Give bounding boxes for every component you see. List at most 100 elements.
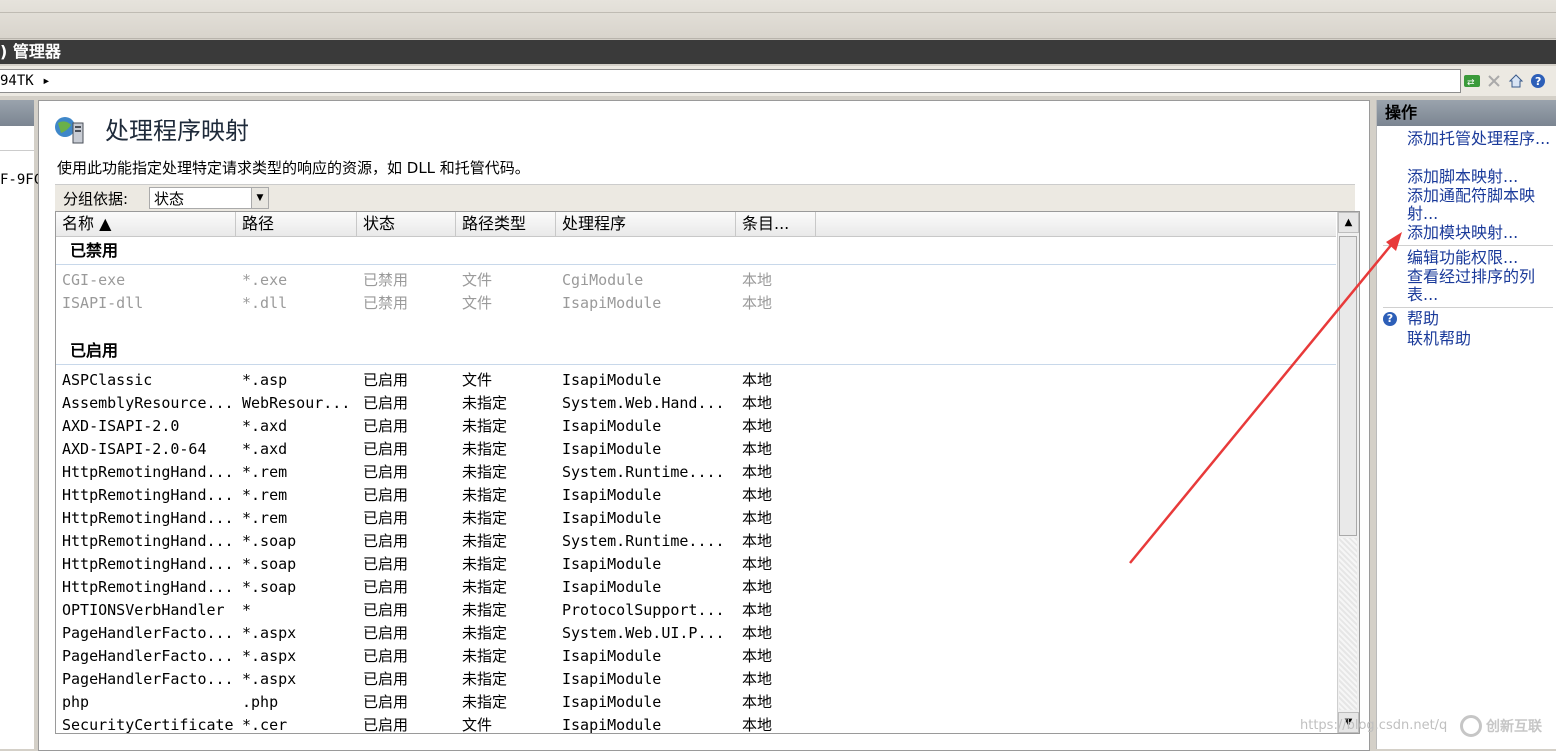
table-row[interactable]: HttpRemotingHand... *.soap 已启用 未指定 IsapiModu… <box>56 576 1336 599</box>
table-cell: 已启用 <box>363 716 409 734</box>
table-cell: 已启用 <box>363 463 409 481</box>
table-row[interactable]: AXD-ISAPI-2.0 *.axd 已启用 未指定 IsapiModule 本地 <box>56 415 1336 438</box>
table-cell: 文件 <box>462 271 493 289</box>
tree-node-server[interactable]: F-9FC <box>0 172 42 188</box>
table-cell: IsapiModule <box>562 417 662 435</box>
table-cell: 未指定 <box>462 670 508 688</box>
table-cell: IsapiModule <box>562 693 662 711</box>
column-header-state[interactable]: 状态 <box>357 212 456 236</box>
column-header-path[interactable]: 路径 <box>236 212 357 236</box>
address-toolbar: ⇄ ? <box>1464 70 1546 92</box>
help-toolbar-icon[interactable]: ? <box>1530 73 1546 89</box>
table-cell: 未指定 <box>462 693 508 711</box>
table-cell: 已启用 <box>363 371 409 389</box>
window-title: ) 管理器 <box>0 40 1556 64</box>
connections-header <box>0 100 34 126</box>
table-cell: *.rem <box>242 509 288 527</box>
home-icon[interactable] <box>1508 73 1524 89</box>
table-cell: IsapiModule <box>562 670 662 688</box>
table-cell: *.rem <box>242 486 288 504</box>
table-cell: System.Runtime.... <box>562 463 725 481</box>
watermark-logo-text: 创新互联 <box>1486 719 1542 735</box>
table-cell: 未指定 <box>462 601 508 619</box>
chevron-down-icon[interactable]: ▼ <box>251 188 268 208</box>
table-row[interactable]: SecurityCertificate *.cer 已启用 文件 IsapiModule… <box>56 714 1336 734</box>
vertical-scrollbar[interactable]: ▲ ▼ <box>1337 212 1359 733</box>
svg-text:?: ? <box>1535 75 1541 88</box>
scroll-thumb[interactable] <box>1339 236 1357 536</box>
table-cell: HttpRemotingHand... <box>62 463 234 481</box>
svg-text:⇄: ⇄ <box>1467 78 1475 88</box>
add-wildcard-script-map-link[interactable]: 添加通配符脚本映射... <box>1407 187 1555 223</box>
table-cell: *.cer <box>242 716 288 734</box>
table-row[interactable]: PageHandlerFacto... *.aspx 已启用 未指定 IsapiModu… <box>56 645 1336 668</box>
table-cell: * <box>242 601 252 619</box>
table-cell: 本地 <box>742 647 773 665</box>
column-header-entry-type[interactable]: 条目... <box>736 212 816 236</box>
feature-description: 使用此功能指定处理特定请求类型的响应的资源，如 DLL 和托管代码。 <box>57 159 530 177</box>
table-row[interactable]: AXD-ISAPI-2.0-64 *.axd 已启用 未指定 IsapiModule 本地 <box>56 438 1336 461</box>
table-cell: IsapiModule <box>562 555 662 573</box>
add-module-mapping-link[interactable]: 添加模块映射... <box>1407 224 1555 242</box>
table-row[interactable]: ASPClassic *.asp 已启用 文件 IsapiModule 本地 <box>56 369 1336 392</box>
address-field[interactable]: 94TK ▸ <box>0 69 1461 93</box>
table-row[interactable]: HttpRemotingHand... *.rem 已启用 未指定 IsapiModul… <box>56 484 1336 507</box>
view-ordered-list-link[interactable]: 查看经过排序的列表... <box>1407 268 1555 304</box>
table-row[interactable]: HttpRemotingHand... *.rem 已启用 未指定 System.Run… <box>56 461 1336 484</box>
table-cell: 未指定 <box>462 578 508 596</box>
group-header[interactable]: 已禁用 <box>56 237 1336 265</box>
table-cell: 未指定 <box>462 509 508 527</box>
table-row[interactable]: php .php 已启用 未指定 IsapiModule 本地 <box>56 691 1336 714</box>
stop-icon[interactable] <box>1486 73 1502 89</box>
table-cell: php <box>62 693 90 711</box>
table-cell: 未指定 <box>462 417 508 435</box>
table-row[interactable]: PageHandlerFacto... *.aspx 已启用 未指定 IsapiModu… <box>56 668 1336 691</box>
table-cell: 本地 <box>742 693 773 711</box>
scroll-up-button[interactable]: ▲ <box>1338 212 1359 233</box>
table-cell: IsapiModule <box>562 509 662 527</box>
column-header-name[interactable]: 名称 ▲ <box>56 212 236 236</box>
group-header[interactable]: 已启用 <box>56 337 1336 365</box>
table-cell: CGI-exe <box>62 271 126 289</box>
page-title: 处理程序映射 <box>105 117 249 145</box>
table-cell: 本地 <box>742 624 773 642</box>
table-row[interactable]: PageHandlerFacto... *.aspx 已启用 未指定 System.We… <box>56 622 1336 645</box>
table-cell: 本地 <box>742 486 773 504</box>
table-cell: ASPClassic <box>62 371 153 389</box>
table-cell: *.axd <box>242 440 288 458</box>
group-by-select[interactable]: 状态 ▼ <box>149 187 269 209</box>
table-cell: AssemblyResource... <box>62 394 234 412</box>
table-row[interactable]: ISAPI-dll *.dll 已禁用 文件 IsapiModule 本地 <box>56 292 1336 315</box>
column-header-path-type[interactable]: 路径类型 <box>456 212 556 236</box>
table-cell: System.Web.Hand... <box>562 394 725 412</box>
online-help-link[interactable]: 联机帮助 <box>1407 330 1555 348</box>
table-row[interactable]: OPTIONSVerbHandler * 已启用 未指定 ProtocolSupport… <box>56 599 1336 622</box>
table-cell: 已启用 <box>363 601 409 619</box>
table-cell: 文件 <box>462 294 493 312</box>
table-cell: ISAPI-dll <box>62 294 144 312</box>
table-cell: 已启用 <box>363 578 409 596</box>
table-row[interactable]: AssemblyResource... WebResour... 已启用 未指定 Sys… <box>56 392 1336 415</box>
table-cell: 未指定 <box>462 532 508 550</box>
column-header-handler[interactable]: 处理程序 <box>556 212 736 236</box>
table-cell: 本地 <box>742 509 773 527</box>
table-cell: 本地 <box>742 463 773 481</box>
add-managed-handler-link[interactable]: 添加托管处理程序... <box>1407 130 1555 148</box>
table-row[interactable]: HttpRemotingHand... *.rem 已启用 未指定 IsapiModul… <box>56 507 1336 530</box>
refresh-icon[interactable]: ⇄ <box>1464 73 1480 89</box>
table-cell: 本地 <box>742 417 773 435</box>
table-cell: *.soap <box>242 555 297 573</box>
table-cell: 已禁用 <box>363 294 409 312</box>
table-cell: 本地 <box>742 394 773 412</box>
table-cell: 未指定 <box>462 647 508 665</box>
watermark-logo: 创新互联 <box>1460 713 1556 743</box>
table-cell: ProtocolSupport... <box>562 601 725 619</box>
table-row[interactable]: CGI-exe *.exe 已禁用 文件 CgiModule 本地 <box>56 269 1336 292</box>
add-script-map-link[interactable]: 添加脚本映射... <box>1407 168 1555 186</box>
edit-feature-permissions-link[interactable]: 编辑功能权限... <box>1407 249 1555 267</box>
table-cell: 已启用 <box>363 555 409 573</box>
table-row[interactable]: HttpRemotingHand... *.soap 已启用 未指定 System.Ru… <box>56 530 1336 553</box>
help-link[interactable]: 帮助 <box>1407 310 1555 328</box>
table-cell: 已禁用 <box>363 271 409 289</box>
table-row[interactable]: HttpRemotingHand... *.soap 已启用 未指定 IsapiModu… <box>56 553 1336 576</box>
